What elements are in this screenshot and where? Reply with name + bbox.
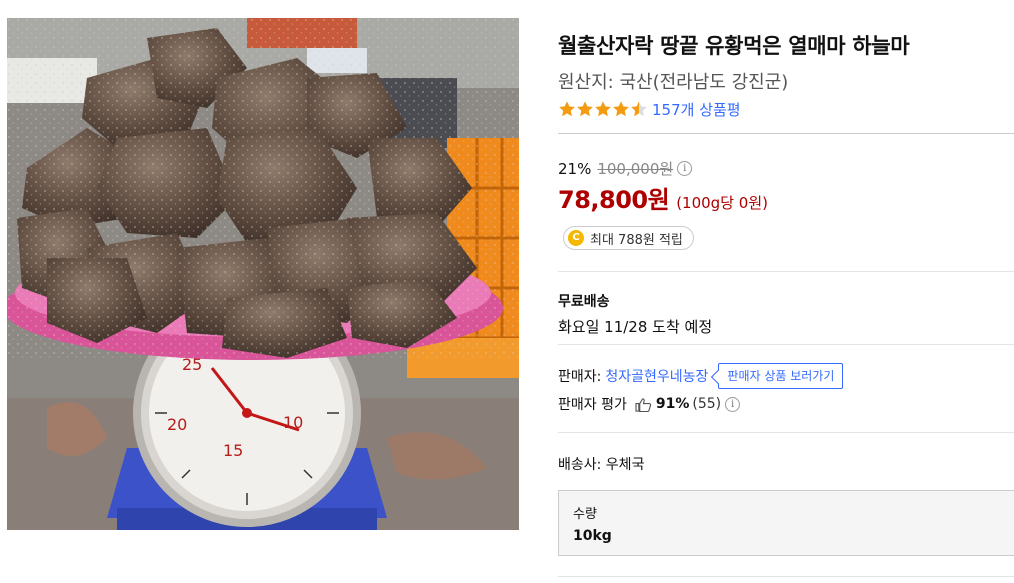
quantity-label: 수량 — [573, 507, 597, 522]
rating-stars[interactable] — [558, 100, 648, 118]
product-photo-illustration: 25 20 15 10 — [7, 18, 519, 530]
cashback-label: 최대 788원 적립 — [590, 232, 683, 248]
seller-row: 판매자: 청자골현우네농장 판매자 상품 보러가기 — [558, 363, 844, 389]
quantity-value: 10kg — [573, 528, 612, 544]
product-title: 월출산자락 땅끝 유황먹은 열매마 하늘마 — [558, 34, 910, 58]
original-price: 100,000원 — [597, 160, 674, 178]
quantity-option-box[interactable]: 수량 10kg — [558, 490, 1014, 556]
divider — [558, 432, 1014, 433]
courier-info: 배송사: 우체국 — [558, 457, 645, 473]
info-icon[interactable]: i — [677, 161, 693, 176]
seller-eval-percent: 91% — [655, 396, 690, 412]
divider — [558, 133, 1014, 134]
product-origin: 원산지: 국산(전라남도 강진군) — [558, 72, 789, 93]
delivery-date: 화요일 11/28 도착 예정 — [558, 318, 713, 336]
rating-row: 157개 상품평 — [558, 99, 741, 119]
discount-rate: 21% — [558, 159, 592, 178]
unit-price: (100g당 0원) — [676, 194, 768, 212]
star-icon — [595, 101, 611, 117]
coin-icon: C — [568, 230, 584, 246]
divider — [558, 576, 1014, 577]
discount-row: 21% 100,000원 i — [558, 158, 693, 179]
seller-name-link[interactable]: 청자골현우네농장 — [605, 366, 708, 386]
review-count-link[interactable]: 157개 상품평 — [652, 99, 741, 120]
sale-price: 78,800원 — [558, 186, 670, 214]
svg-text:15: 15 — [223, 441, 243, 460]
divider — [558, 344, 1014, 345]
half-star-icon — [631, 101, 647, 117]
seller-eval-row: 판매자 평가 91% (55) i — [558, 394, 741, 414]
seller-eval-label: 판매자 평가 — [558, 397, 627, 413]
star-icon — [577, 101, 593, 117]
seller-label: 판매자: — [558, 369, 602, 385]
divider — [558, 271, 1014, 272]
product-image[interactable]: 25 20 15 10 — [7, 18, 519, 530]
seller-eval-count: (55) — [692, 396, 722, 412]
star-icon — [613, 101, 629, 117]
thumbs-up-icon — [635, 397, 652, 412]
seller-products-button[interactable]: 판매자 상품 보러가기 — [718, 363, 844, 389]
star-icon — [559, 101, 575, 117]
shipping-title: 무료배송 — [558, 294, 610, 310]
info-icon[interactable]: i — [725, 396, 741, 412]
cashback-badge[interactable]: C 최대 788원 적립 — [563, 226, 694, 250]
product-info-panel: 월출산자락 땅끝 유황먹은 열매마 하늘마 원산지: 국산(전라남도 강진군) … — [558, 0, 1014, 583]
svg-text:20: 20 — [167, 415, 187, 434]
price-row: 78,800원 (100g당 0원) — [558, 180, 768, 215]
